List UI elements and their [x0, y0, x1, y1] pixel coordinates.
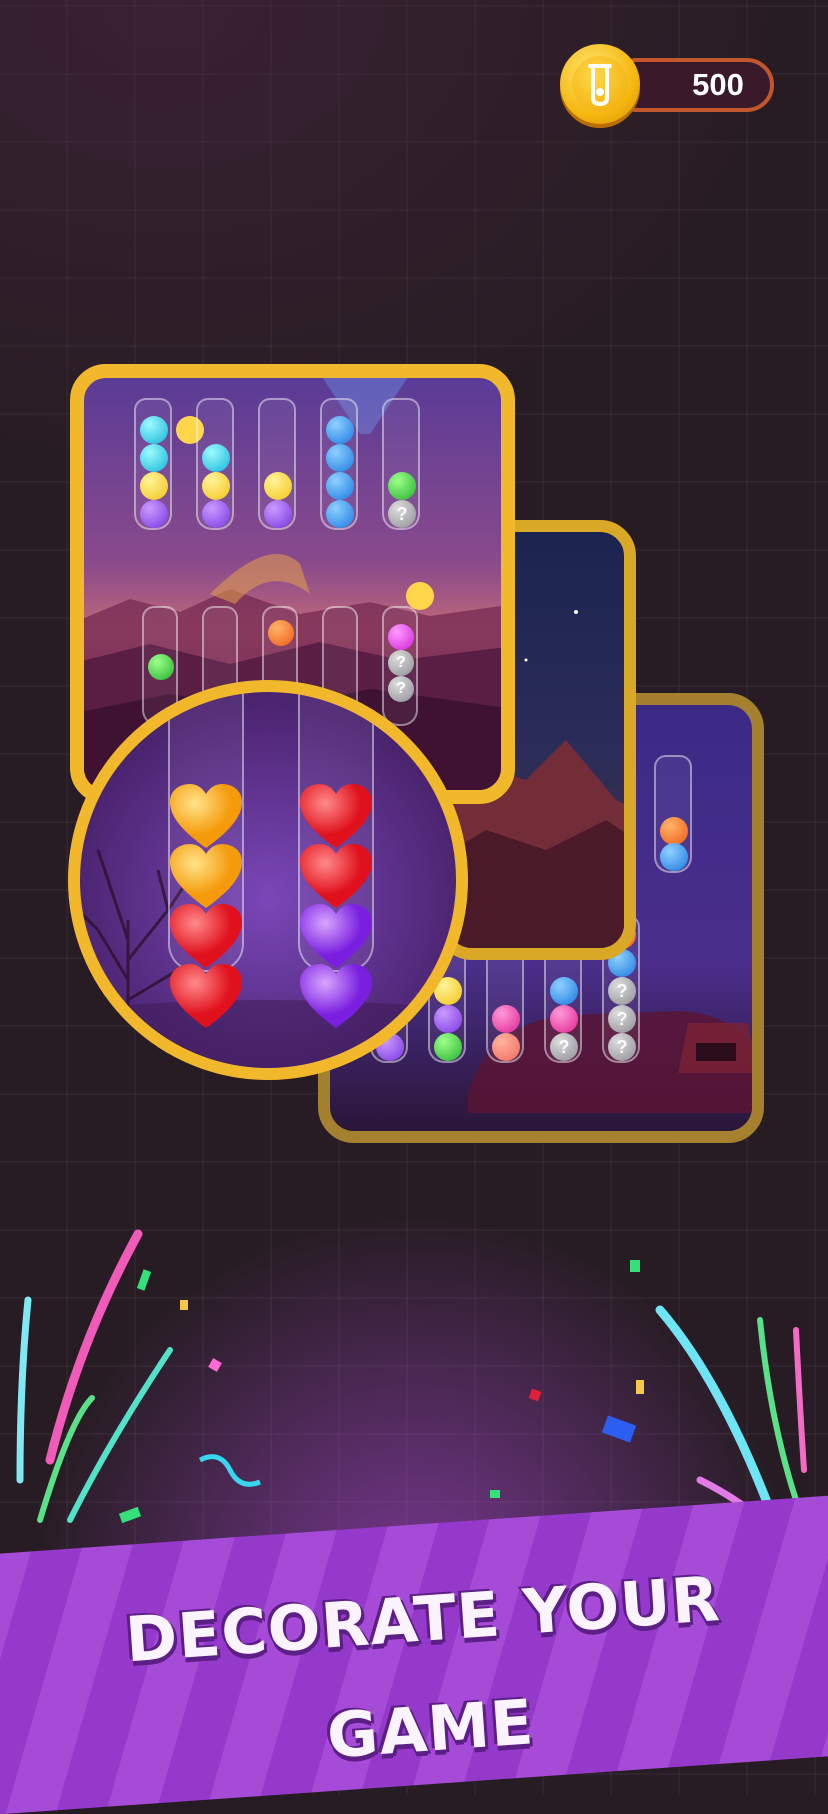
ball-blue [550, 977, 578, 1005]
ball-cyan [202, 444, 230, 472]
ball-cyan [140, 416, 168, 444]
ball-blue [660, 843, 688, 871]
ball-purple [202, 500, 230, 528]
ball-blue [326, 472, 354, 500]
ball-orange [268, 620, 294, 646]
coin-value: 500 [692, 67, 744, 102]
ball-salmon [492, 1033, 520, 1061]
purple-heart [300, 964, 372, 1028]
ball-yellow [140, 472, 168, 500]
hidden-ball: ? [608, 1005, 636, 1033]
hidden-ball: ? [388, 500, 416, 528]
ball-pink [492, 1005, 520, 1033]
ball-pink [550, 1005, 578, 1033]
tube[interactable] [134, 398, 172, 530]
ball-blue [326, 416, 354, 444]
hidden-ball: ? [608, 977, 636, 1005]
ball-blue [326, 500, 354, 528]
ball-yellow [202, 472, 230, 500]
hidden-ball: ? [550, 1033, 578, 1061]
zoom-preview [68, 680, 468, 1080]
ball-cyan [140, 444, 168, 472]
ball-blue [326, 444, 354, 472]
ball-yellow [264, 472, 292, 500]
ball-green [148, 654, 174, 680]
ball-magenta [388, 624, 414, 650]
bare-tree-silhouette [80, 849, 456, 1068]
hidden-ball: ? [608, 1033, 636, 1061]
ball-purple [140, 500, 168, 528]
tube[interactable] [654, 755, 692, 873]
tube[interactable] [196, 398, 234, 530]
ball-green [388, 472, 416, 500]
ball-purple [264, 500, 292, 528]
tube[interactable] [320, 398, 358, 530]
tube[interactable] [258, 398, 296, 530]
hidden-ball: ? [388, 650, 414, 676]
tube[interactable]: ? [382, 398, 420, 530]
coin-icon [560, 44, 640, 124]
ball-orange [660, 817, 688, 845]
red-heart [170, 964, 242, 1028]
